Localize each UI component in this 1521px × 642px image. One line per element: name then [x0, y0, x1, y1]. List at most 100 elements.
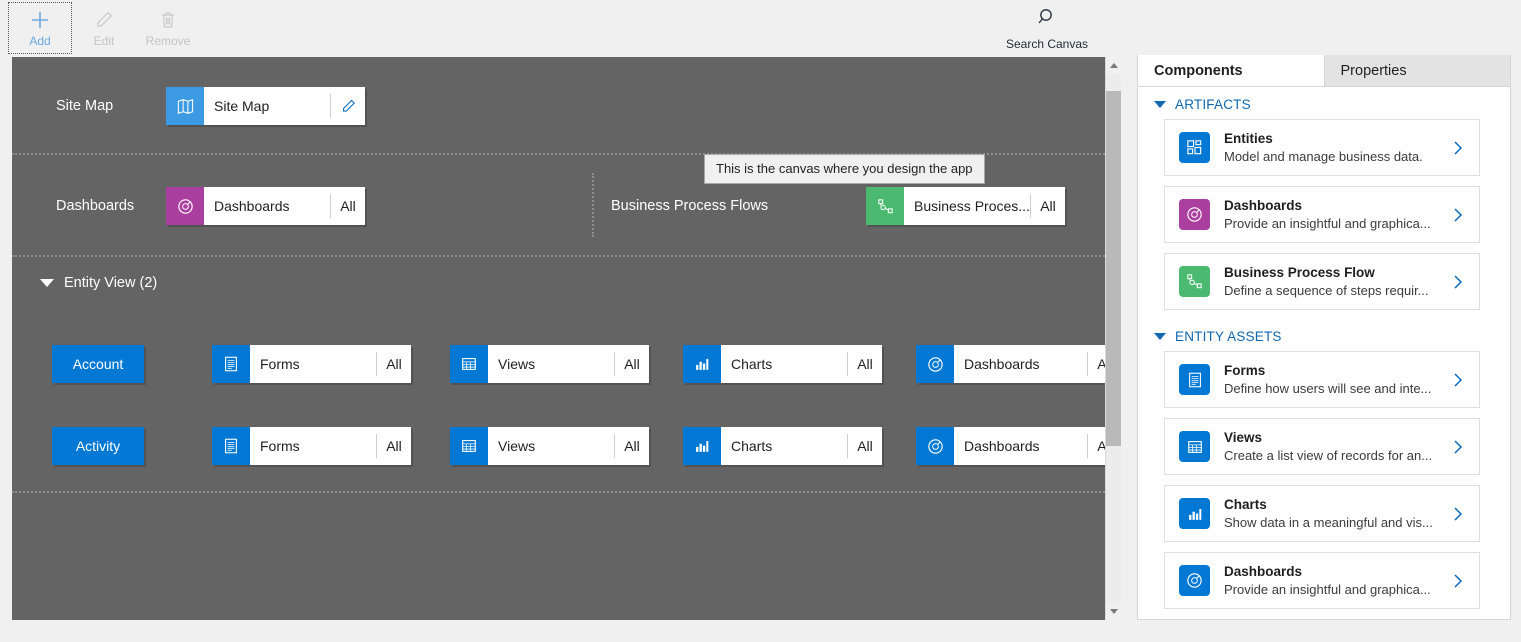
card-text: Business Process Flow Define a sequence …	[1224, 264, 1449, 300]
asset-tile-forms[interactable]: Forms All	[212, 427, 411, 465]
entity-button-account[interactable]: Account	[52, 345, 144, 383]
bpf-tile[interactable]: Business Proces... All	[866, 187, 1065, 225]
canvas-scrollbar[interactable]	[1105, 57, 1121, 620]
asset-tile-all[interactable]: All	[848, 345, 882, 383]
sitemap-row: Site Map Site Map	[56, 87, 365, 125]
card-title: Dashboards	[1224, 198, 1302, 213]
charts-icon	[683, 345, 721, 383]
asset-tile-charts[interactable]: Charts All	[683, 427, 882, 465]
sitemap-edit-button[interactable]	[331, 87, 365, 125]
asset-tile-forms[interactable]: Forms All	[212, 345, 411, 383]
scrollbar-thumb[interactable]	[1106, 91, 1121, 446]
design-canvas: Site Map Site Map This is the canvas whe…	[12, 57, 1121, 620]
asset-tile-all[interactable]: All	[848, 427, 882, 465]
asset-tile-name: Dashboards	[954, 345, 1087, 383]
asset-tile-views[interactable]: Views All	[450, 427, 649, 465]
bpf-row-label: Business Process Flows	[611, 198, 866, 214]
bpf-tile-all[interactable]: All	[1031, 187, 1065, 225]
dashboard-icon	[166, 187, 204, 225]
views-icon	[1179, 431, 1210, 462]
asset-tile-all[interactable]: All	[615, 345, 649, 383]
section-label: ENTITY ASSETS	[1175, 329, 1282, 344]
trash-icon	[157, 9, 179, 31]
search-canvas-label: Search Canvas	[1006, 37, 1088, 51]
card-description: Model and manage business data.	[1224, 149, 1423, 164]
asset-tile-dashboards[interactable]: Dashboards All	[916, 427, 1121, 465]
scroll-up-button[interactable]	[1106, 57, 1121, 74]
card-title: Entities	[1224, 131, 1273, 146]
entity-view-band: Entity View (2) Account Forms All	[12, 257, 1105, 493]
asset-tile-views[interactable]: Views All	[450, 345, 649, 383]
entity-view-group-header[interactable]: Entity View (2)	[40, 275, 157, 291]
bpf-icon	[1179, 266, 1210, 297]
card-title: Charts	[1224, 497, 1267, 512]
band-vertical-divider	[592, 173, 594, 237]
asset-tile-name: Forms	[250, 427, 376, 465]
chevron-right-icon	[1449, 273, 1467, 291]
edit-button[interactable]: Edit	[72, 2, 136, 54]
chevron-right-icon	[1449, 505, 1467, 523]
scroll-down-button[interactable]	[1106, 603, 1121, 620]
asset-tile-name: Charts	[721, 427, 847, 465]
sitemap-row-label: Site Map	[56, 98, 166, 114]
entity-button-activity[interactable]: Activity	[52, 427, 144, 465]
dashboard-icon	[916, 427, 954, 465]
component-card-forms[interactable]: Forms Define how users will see and inte…	[1164, 351, 1480, 408]
component-card-dashboards[interactable]: Dashboards Provide an insightful and gra…	[1164, 186, 1480, 243]
entity-row-activity: Activity Forms All Views All	[52, 427, 1121, 465]
card-text: Dashboards Provide an insightful and gra…	[1224, 563, 1449, 599]
asset-tile-name: Views	[488, 345, 614, 383]
bpf-tile-name: Business Proces...	[904, 187, 1030, 225]
tab-properties[interactable]: Properties	[1325, 55, 1511, 86]
chevron-right-icon	[1449, 206, 1467, 224]
asset-tile-name: Views	[488, 427, 614, 465]
asset-tile-all[interactable]: All	[615, 427, 649, 465]
sitemap-tile-name: Site Map	[204, 87, 330, 125]
component-card-views[interactable]: Views Create a list view of records for …	[1164, 418, 1480, 475]
dashboard-icon	[1179, 565, 1210, 596]
card-text: Entities Model and manage business data.	[1224, 130, 1449, 166]
remove-button-label: Remove	[146, 34, 191, 48]
panel-tabs: Components Properties	[1138, 55, 1510, 87]
card-text: Forms Define how users will see and inte…	[1224, 362, 1449, 398]
card-text: Views Create a list view of records for …	[1224, 429, 1449, 465]
dashboards-tile-name: Dashboards	[204, 187, 330, 225]
edit-button-label: Edit	[94, 34, 115, 48]
charts-icon	[1179, 498, 1210, 529]
scrollbar-track[interactable]	[1106, 74, 1121, 603]
component-card-charts[interactable]: Charts Show data in a meaningful and vis…	[1164, 485, 1480, 542]
sitemap-tile[interactable]: Site Map	[166, 87, 365, 125]
card-description: Provide an insightful and graphica...	[1224, 582, 1431, 597]
card-description: Show data in a meaningful and vis...	[1224, 515, 1433, 530]
search-canvas-button[interactable]: Search Canvas	[1001, 6, 1093, 52]
section-label: ARTIFACTS	[1175, 97, 1251, 112]
remove-button[interactable]: Remove	[136, 2, 200, 54]
asset-tile-all[interactable]: All	[377, 345, 411, 383]
asset-tile-name: Charts	[721, 345, 847, 383]
dashboards-tile[interactable]: Dashboards All	[166, 187, 365, 225]
card-description: Create a list view of records for an...	[1224, 448, 1432, 463]
section-header-artifacts[interactable]: ARTIFACTS	[1138, 88, 1510, 119]
asset-tile-charts[interactable]: Charts All	[683, 345, 882, 383]
chevron-down-icon	[1110, 609, 1118, 614]
chevron-right-icon	[1449, 139, 1467, 157]
component-card-dashboards-entity[interactable]: Dashboards Provide an insightful and gra…	[1164, 552, 1480, 609]
component-card-business-process-flow[interactable]: Business Process Flow Define a sequence …	[1164, 253, 1480, 310]
asset-tile-name: Dashboards	[954, 427, 1087, 465]
card-description: Provide an insightful and graphica...	[1224, 216, 1431, 231]
card-description: Define a sequence of steps requir...	[1224, 283, 1429, 298]
add-button[interactable]: Add	[8, 2, 72, 54]
dashboards-tile-all[interactable]: All	[331, 187, 365, 225]
bpf-row: Business Process Flows Business Proces..…	[611, 187, 1065, 225]
component-card-entities[interactable]: Entities Model and manage business data.	[1164, 119, 1480, 176]
asset-tile-all[interactable]: All	[377, 427, 411, 465]
dashboards-row-label: Dashboards	[56, 198, 166, 214]
panel-body: ARTIFACTS Entities Model and manage busi…	[1138, 88, 1510, 618]
plus-icon	[29, 9, 51, 31]
section-header-entity-assets[interactable]: ENTITY ASSETS	[1138, 320, 1510, 351]
dashboards-row: Dashboards Dashboards All	[56, 187, 365, 225]
tab-components[interactable]: Components	[1138, 55, 1325, 86]
entity-row-account: Account Forms All Views All	[52, 345, 1121, 383]
asset-tile-dashboards[interactable]: Dashboards All	[916, 345, 1121, 383]
forms-icon	[212, 345, 250, 383]
